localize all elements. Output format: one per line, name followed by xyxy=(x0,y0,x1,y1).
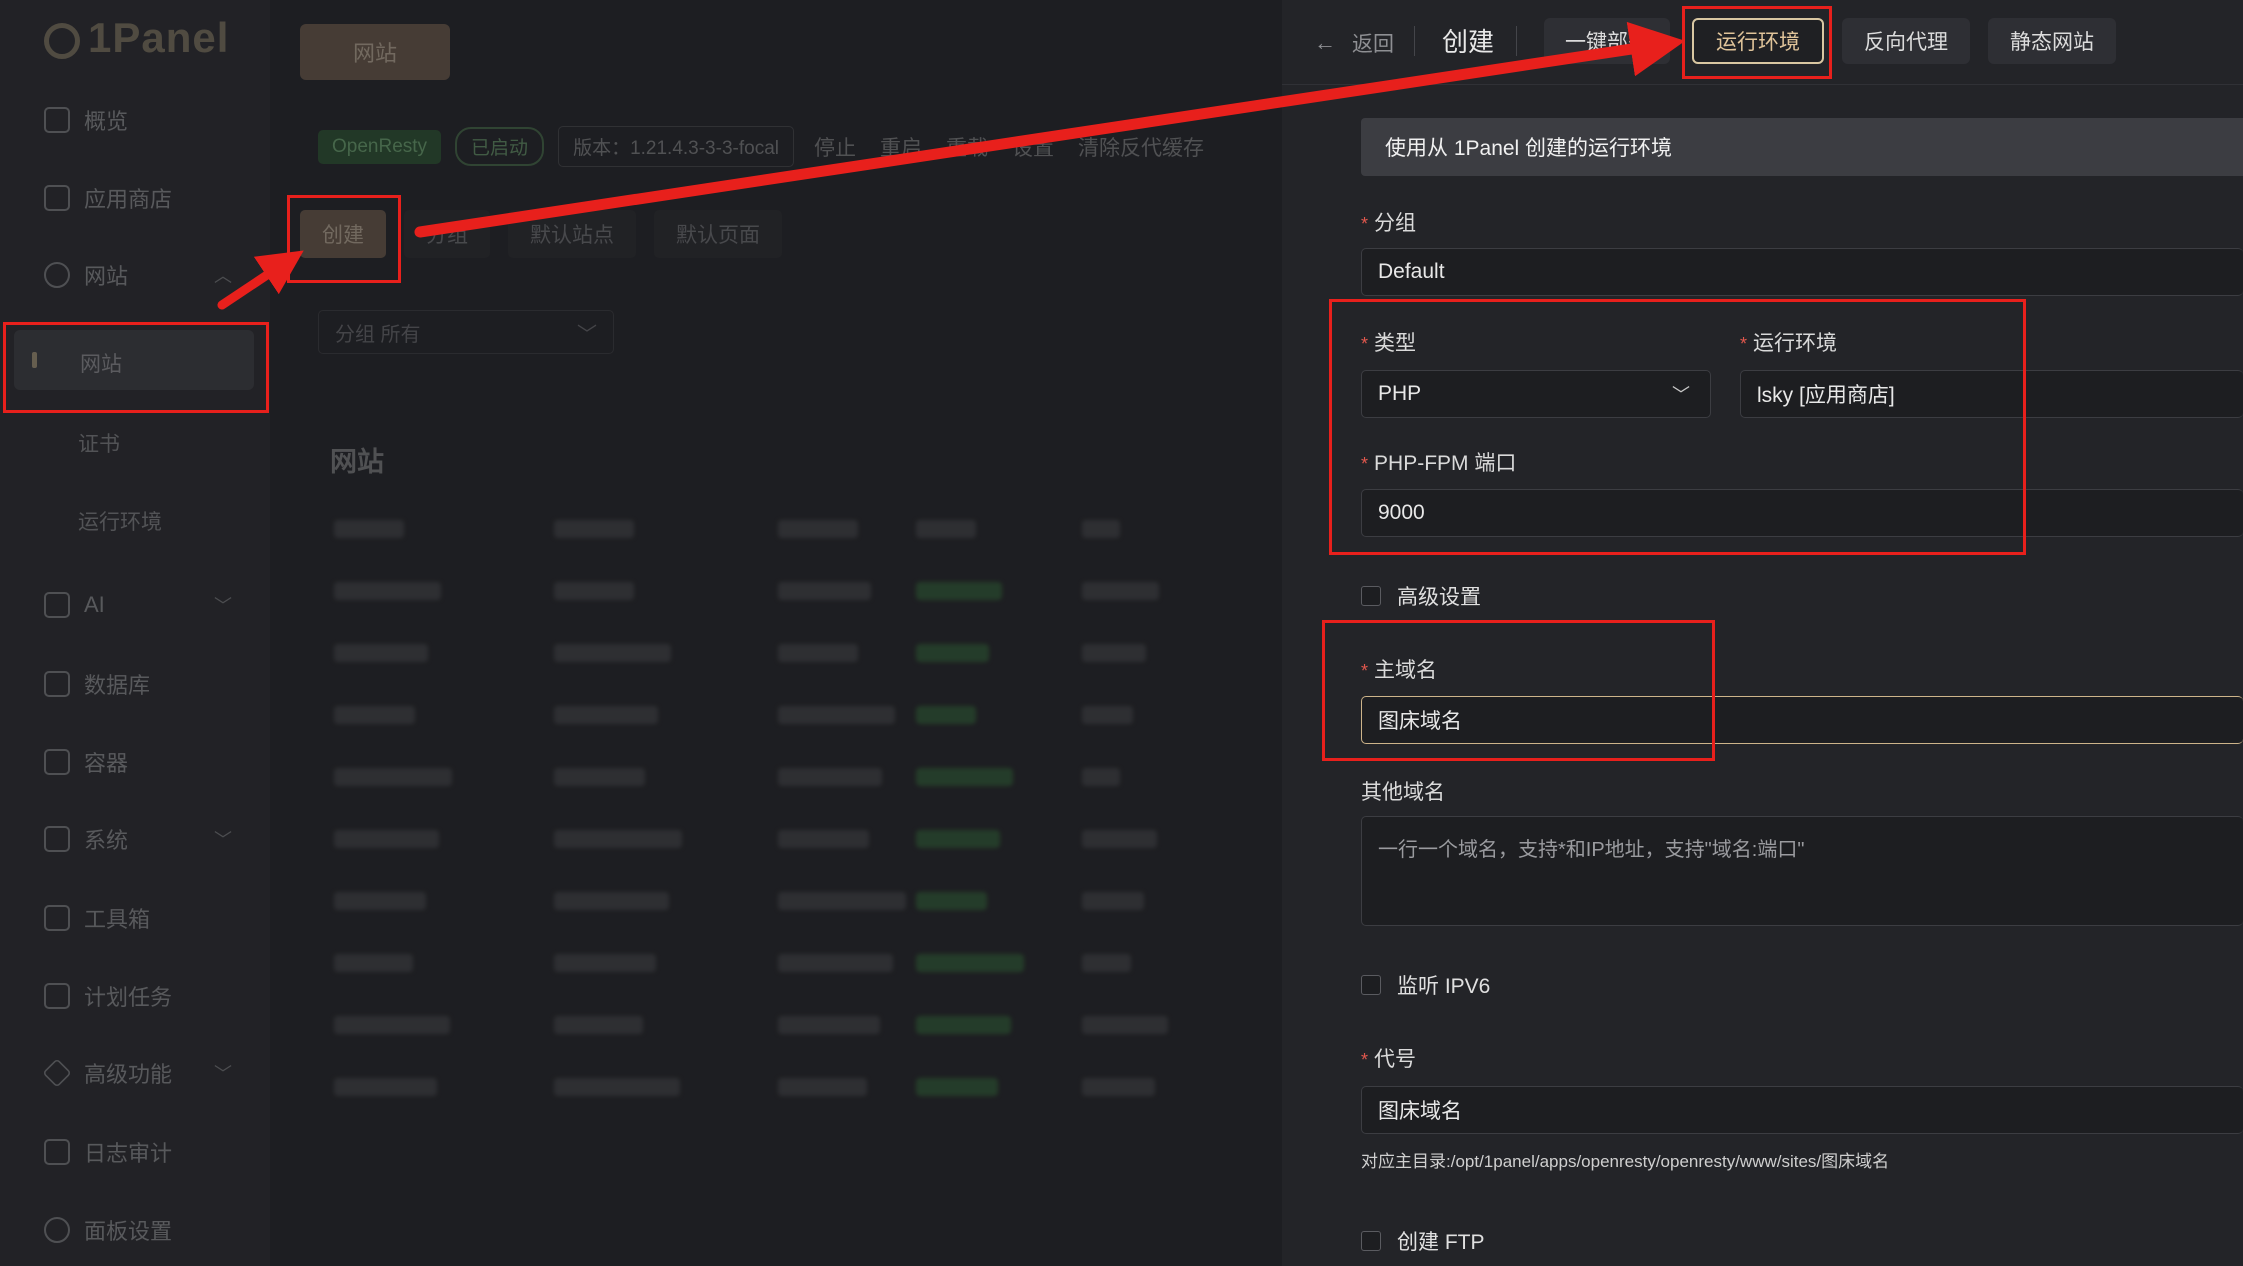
annotation-box-website xyxy=(3,322,269,413)
checkbox-icon xyxy=(1361,975,1381,995)
drawer-title: 创建 xyxy=(1442,27,1495,57)
advanced-settings-checkbox[interactable]: 高级设置 xyxy=(1361,581,1481,611)
divider xyxy=(1414,26,1415,56)
arrow-left-icon: ← xyxy=(1314,30,1336,55)
alias-input[interactable]: 图床域名 xyxy=(1361,1086,2243,1134)
modal-overlay[interactable] xyxy=(0,0,1282,1266)
tab-reverse-proxy[interactable]: 反向代理 xyxy=(1842,18,1970,64)
other-domains-label: 其他域名 xyxy=(1361,781,1445,804)
tab-static-site[interactable]: 静态网站 xyxy=(1988,18,2116,64)
checkbox-icon xyxy=(1361,586,1381,606)
group-label: * 分组 xyxy=(1361,212,1417,235)
other-domains-textarea[interactable]: 一行一个域名，支持*和IP地址，支持"域名:端口" xyxy=(1361,816,2243,926)
checkbox-icon xyxy=(1361,1231,1381,1251)
ipv6-checkbox[interactable]: 监听 IPV6 xyxy=(1361,970,1490,1000)
info-alert: 使用从 1Panel 创建的运行环境 xyxy=(1361,118,2243,176)
create-ftp-checkbox[interactable]: 创建 FTP xyxy=(1361,1226,1485,1256)
annotation-box-runtime-tab xyxy=(1682,6,1832,79)
alias-label: * 代号 xyxy=(1361,1048,1417,1071)
group-select[interactable]: Default xyxy=(1361,248,2243,296)
divider xyxy=(1516,26,1517,56)
directory-hint: 对应主目录:/opt/1panel/apps/openresty/openres… xyxy=(1361,1152,1890,1171)
annotation-box-type-runtime xyxy=(1329,299,2026,555)
annotation-box-domain xyxy=(1322,620,1715,761)
tab-one-click-deploy[interactable]: 一键部署 xyxy=(1544,18,1670,64)
back-button[interactable]: ← 返回 xyxy=(1314,28,1394,58)
annotation-box-create xyxy=(287,195,401,283)
page: 1Panel 概览 应用商店 网站 ︿ 网站 证书 运行环境 AI ﹀ 数据库 容器… xyxy=(0,0,2243,1266)
background-app: 1Panel 概览 应用商店 网站 ︿ 网站 证书 运行环境 AI ﹀ 数据库 容器… xyxy=(0,0,1282,1266)
